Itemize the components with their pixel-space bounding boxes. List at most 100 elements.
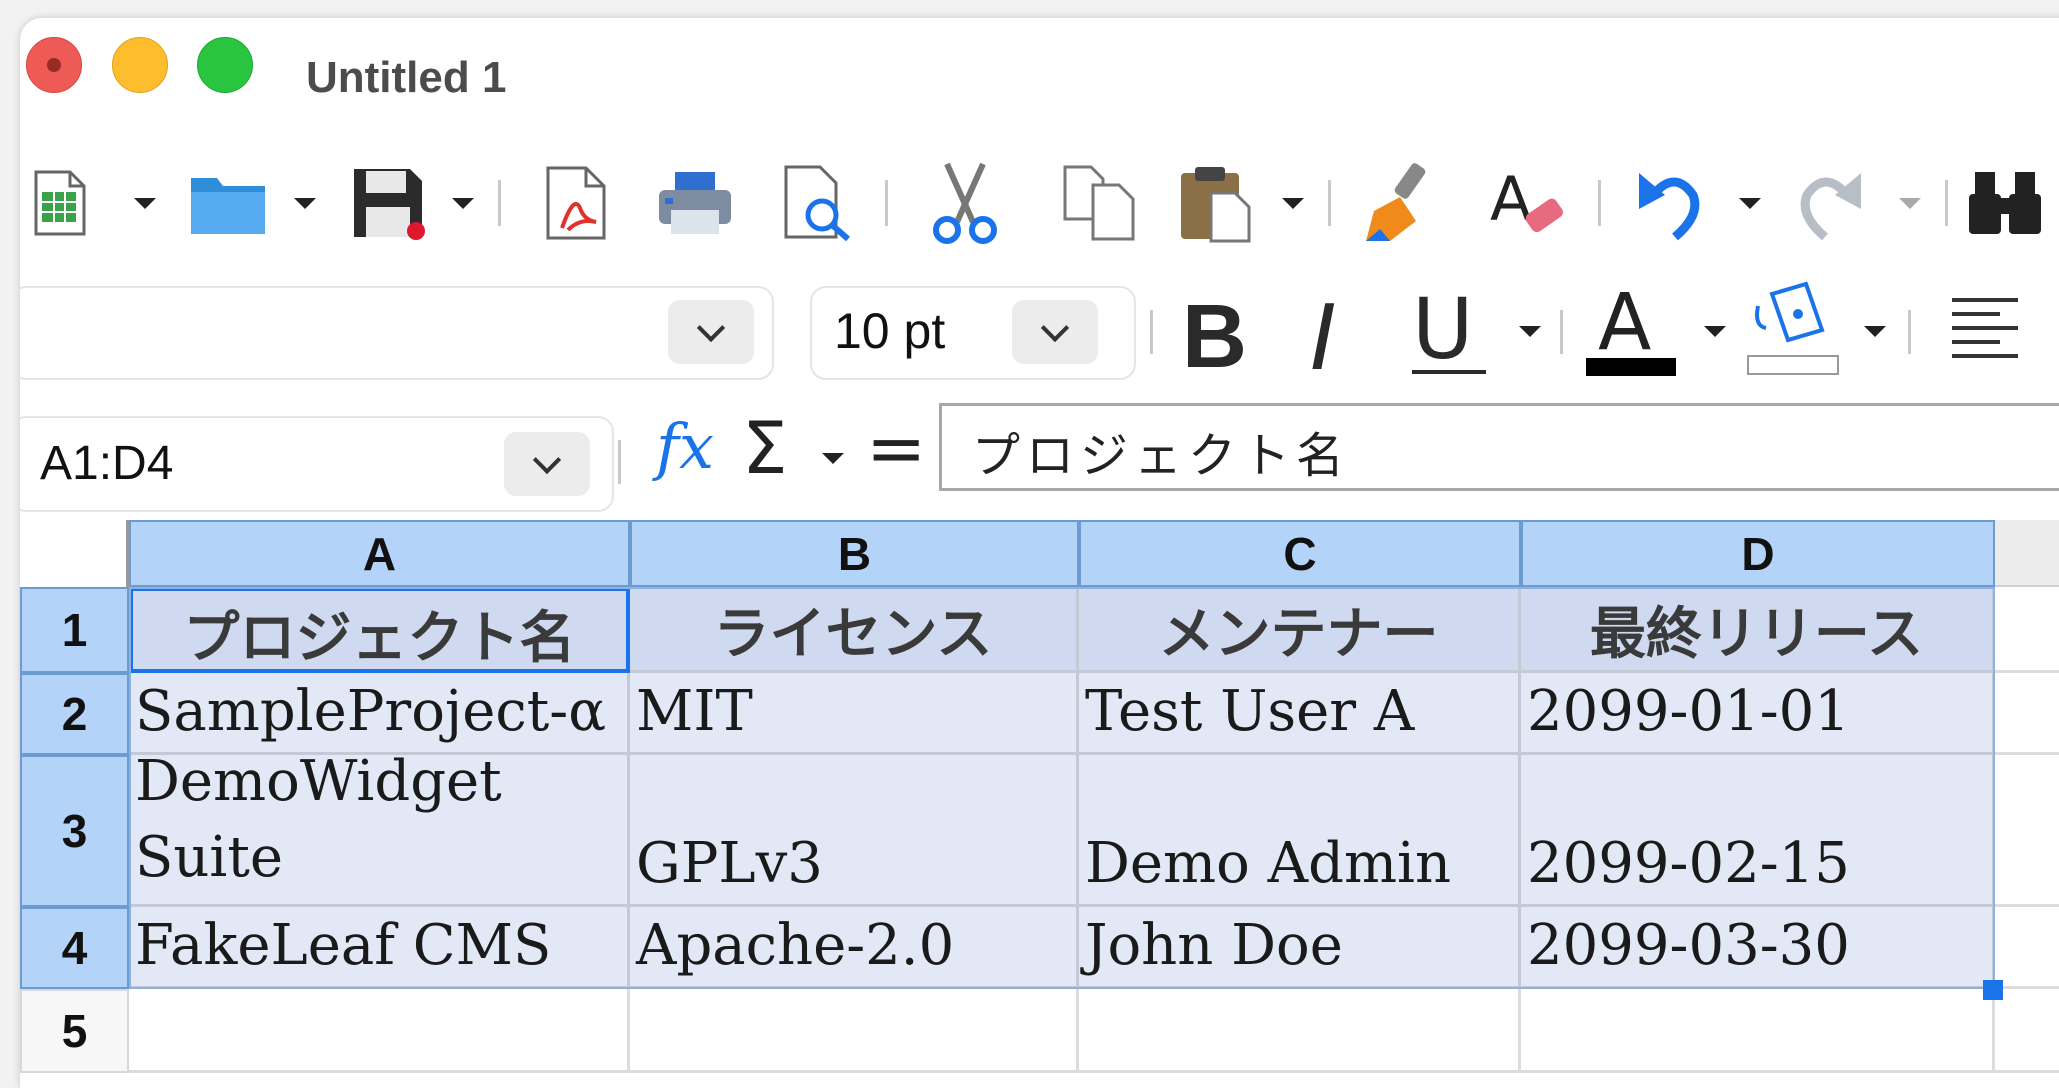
autofill-handle[interactable]: [1983, 980, 2003, 1000]
paste-icon[interactable]: [1177, 148, 1257, 258]
chevron-down-icon: [696, 313, 726, 343]
cell-b1[interactable]: ライセンス: [630, 587, 1079, 673]
cell-d4[interactable]: 2099-03-30: [1521, 907, 1995, 989]
column-header-b[interactable]: B: [630, 520, 1079, 587]
font-size-combo[interactable]: 10 pt: [810, 286, 1136, 380]
column-header-c[interactable]: C: [1079, 520, 1521, 587]
highlight-color-button[interactable]: [1746, 280, 1840, 376]
export-pdf-icon[interactable]: [540, 148, 612, 258]
undo-dropdown-arrow[interactable]: [1735, 148, 1765, 258]
new-spreadsheet-icon[interactable]: [28, 148, 92, 258]
cell-b2[interactable]: MIT: [630, 673, 1079, 755]
close-window-button[interactable]: [26, 37, 82, 93]
copy-icon[interactable]: [1060, 148, 1140, 258]
cell-a3[interactable]: DemoWidget Suite: [129, 755, 630, 907]
cell-text: Test User A: [1085, 679, 1415, 744]
undo-icon[interactable]: [1630, 148, 1710, 258]
cell-c3[interactable]: Demo Admin: [1079, 755, 1521, 907]
cell-b4[interactable]: Apache-2.0: [630, 907, 1079, 989]
function-wizard-button[interactable]: fx: [656, 410, 714, 483]
cell-text: 最終リリース: [1589, 602, 1924, 667]
underline-button[interactable]: U: [1412, 280, 1492, 378]
toolbar-separator: [498, 180, 501, 226]
font-color-button[interactable]: A: [1586, 278, 1678, 376]
cell-e3[interactable]: [1995, 755, 2059, 907]
sum-button[interactable]: Σ: [742, 406, 788, 490]
zoom-window-button[interactable]: [197, 37, 253, 93]
minimize-window-button[interactable]: [112, 37, 168, 93]
cut-icon[interactable]: [925, 148, 1005, 258]
save-icon[interactable]: [348, 148, 428, 258]
toolbar-separator: [1598, 180, 1601, 226]
select-all-corner[interactable]: [20, 520, 129, 587]
name-box-dropdown-button[interactable]: [504, 432, 590, 496]
underline-dropdown-arrow[interactable]: [1515, 286, 1545, 376]
toolbar-separator: [1328, 180, 1331, 226]
new-dropdown-arrow[interactable]: [130, 148, 160, 258]
highlight-dropdown-arrow[interactable]: [1860, 286, 1890, 376]
column-header-d[interactable]: D: [1521, 520, 1995, 587]
clone-formatting-icon[interactable]: [1360, 148, 1440, 258]
cell-d3[interactable]: 2099-02-15: [1521, 755, 1995, 907]
formula-input[interactable]: プロジェクト名: [939, 403, 2059, 491]
cell-text: GPLv3: [636, 831, 823, 896]
row-header-1[interactable]: 1: [20, 587, 129, 673]
toolbar-separator: [1150, 310, 1153, 354]
title-bar: Untitled 1: [20, 18, 2059, 118]
cell-text: Apache-2.0: [636, 913, 955, 978]
cell-e2[interactable]: [1995, 673, 2059, 755]
clear-formatting-icon[interactable]: A: [1490, 148, 1570, 258]
bold-button[interactable]: B: [1182, 286, 1247, 389]
redo-icon[interactable]: [1790, 148, 1870, 258]
cell-c1[interactable]: メンテナー: [1079, 587, 1521, 673]
redo-dropdown-arrow[interactable]: [1895, 148, 1925, 258]
toolbar-separator: [618, 440, 621, 484]
font-size-dropdown-button[interactable]: [1012, 300, 1098, 364]
window-title: Untitled 1: [306, 53, 507, 102]
sum-dropdown-arrow[interactable]: [818, 428, 848, 488]
row-header-2[interactable]: 2: [20, 673, 129, 755]
cell-a2[interactable]: SampleProject-α: [129, 673, 630, 755]
open-folder-icon[interactable]: [188, 148, 268, 258]
cell-a5[interactable]: [129, 989, 630, 1073]
chevron-down-icon: [1040, 313, 1070, 343]
standard-toolbar: A: [20, 148, 2059, 258]
paste-dropdown-arrow[interactable]: [1278, 148, 1308, 258]
cell-c4[interactable]: John Doe: [1079, 907, 1521, 989]
name-box[interactable]: A1:D4: [20, 416, 614, 512]
print-icon[interactable]: [655, 148, 735, 258]
align-left-icon[interactable]: [1950, 294, 2020, 370]
print-preview-icon[interactable]: [780, 148, 856, 258]
italic-button[interactable]: I: [1310, 286, 1337, 391]
font-color-swatch: [1586, 358, 1676, 376]
cell-c5[interactable]: [1079, 989, 1521, 1073]
font-color-dropdown-arrow[interactable]: [1700, 286, 1730, 376]
cell-d5[interactable]: [1521, 989, 1995, 1073]
chevron-down-icon: [532, 445, 562, 475]
cell-d1[interactable]: 最終リリース: [1521, 587, 1995, 673]
formula-equals-button[interactable]: =: [866, 406, 926, 490]
cell-a1[interactable]: プロジェクト名: [129, 587, 630, 673]
cell-e4[interactable]: [1995, 907, 2059, 989]
column-header-e[interactable]: [1995, 520, 2059, 587]
cell-d2[interactable]: 2099-01-01: [1521, 673, 1995, 755]
row-header-4[interactable]: 4: [20, 907, 129, 989]
cell-c2[interactable]: Test User A: [1079, 673, 1521, 755]
fill-bucket-icon: [1747, 281, 1839, 375]
save-dropdown-arrow[interactable]: [448, 148, 478, 258]
cell-e1[interactable]: [1995, 587, 2059, 673]
open-dropdown-arrow[interactable]: [290, 148, 320, 258]
cell-a4[interactable]: FakeLeaf CMS: [129, 907, 630, 989]
row-header-5[interactable]: 5: [20, 989, 129, 1073]
cell-b3[interactable]: GPLv3: [630, 755, 1079, 907]
find-icon[interactable]: [1960, 148, 2050, 258]
cell-e5[interactable]: [1995, 989, 2059, 1073]
app-window: Untitled 1 A 10 pt B I U A A1:D4 fx Σ = …: [20, 18, 2059, 1088]
toolbar-separator: [1560, 310, 1563, 354]
font-color-label: A: [1598, 278, 1652, 368]
column-header-a[interactable]: A: [129, 520, 630, 587]
font-name-dropdown-button[interactable]: [668, 300, 754, 364]
font-name-combo[interactable]: [20, 286, 774, 380]
cell-b5[interactable]: [630, 989, 1079, 1073]
row-header-3[interactable]: 3: [20, 755, 129, 907]
